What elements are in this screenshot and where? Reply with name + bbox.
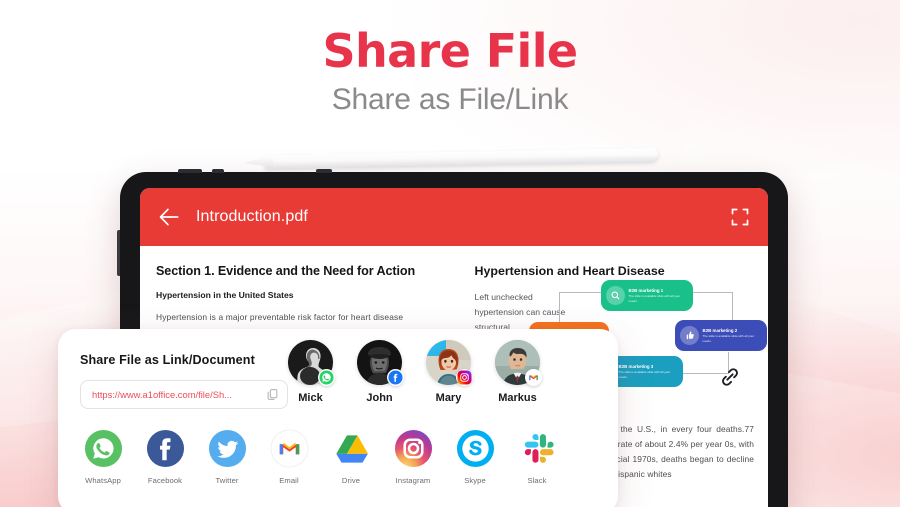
tablet-side-button: [117, 230, 120, 276]
diagram-box: B2B marketing 1 The slide is available s…: [600, 280, 693, 311]
avatar-wrap: [288, 340, 335, 386]
contact-name: Markus: [498, 392, 537, 404]
contact-name: Mick: [298, 392, 323, 404]
fullscreen-icon[interactable]: [730, 207, 750, 227]
contact-markus[interactable]: Markus: [495, 340, 542, 404]
pdf-right-heading: Hypertension and Heart Disease: [474, 264, 665, 278]
pdf-file-name: Introduction.pdf: [196, 208, 308, 225]
share-app-instagram[interactable]: Instagram: [382, 429, 444, 485]
pdf-paragraph: Hypertension is a major preventable risk…: [156, 312, 404, 322]
contact-john[interactable]: John: [357, 340, 404, 404]
contact-name: Mary: [435, 392, 462, 404]
share-app-label: WhatsApp: [85, 476, 121, 485]
tablet-button: [316, 169, 332, 173]
diagram-box-desc: The slide is available slide with all yo…: [618, 370, 671, 379]
avatar-wrap: [495, 340, 542, 386]
share-app-label: Skype: [464, 476, 486, 485]
twitter-icon: [208, 429, 246, 468]
arrow-left-icon[interactable]: [156, 204, 182, 230]
slack-icon: [524, 433, 554, 463]
diagram-box-desc: The slide is available slide with all yo…: [628, 294, 681, 303]
copy-icon[interactable]: [266, 388, 279, 401]
share-link-value: https://www.a1office.com/file/Sh...: [92, 389, 232, 400]
tablet-button: [212, 169, 224, 173]
skype-icon: [456, 429, 494, 468]
page-subtitle: Share as File/Link: [331, 82, 569, 116]
gmail-icon: [269, 429, 309, 468]
share-app-whatsapp[interactable]: WhatsApp: [72, 429, 134, 485]
diagram-box-title: B2B marketing 2: [702, 328, 738, 334]
diagram-box-text: B2B marketing 1 The slide is available s…: [629, 288, 688, 303]
contact-mary[interactable]: Mary: [426, 340, 473, 404]
share-app-email[interactable]: Email: [258, 429, 320, 485]
facebook-icon: [146, 429, 184, 468]
instagram-icon: [394, 429, 432, 468]
diagram-box: B2B marketing 2 The slide is available s…: [674, 320, 767, 351]
diagram-box-desc: The slide is available slide with all yo…: [702, 334, 755, 343]
share-app-label: Twitter: [215, 476, 239, 485]
share-app-drive[interactable]: Drive: [320, 429, 382, 485]
tablet-button: [178, 169, 202, 173]
share-link-field[interactable]: https://www.a1office.com/file/Sh...: [80, 380, 288, 409]
share-contacts-row: Mick John Mary Markus: [288, 340, 542, 404]
diagram-box-title: B2B marketing 1: [628, 288, 664, 294]
diagram-box-text: B2B marketing 2 The slide is available s…: [703, 328, 762, 343]
facebook-icon: [387, 369, 404, 386]
google-drive-icon: [335, 435, 368, 463]
share-app-label: Drive: [341, 476, 361, 485]
whatsapp-icon: [84, 429, 122, 468]
gmail-icon: [525, 369, 542, 386]
share-apps-row: WhatsApp Facebook Twitter Email Drive In…: [72, 429, 568, 485]
avatar-wrap: [357, 340, 404, 386]
share-app-label: Email: [279, 476, 299, 485]
share-app-slack[interactable]: Slack: [506, 429, 568, 485]
diagram-box-title: B2B marketing 3: [618, 364, 654, 370]
contact-name: John: [366, 392, 393, 404]
share-app-skype[interactable]: Skype: [444, 429, 506, 485]
pdf-sub-heading: Hypertension in the United States: [156, 290, 294, 300]
share-app-label: Facebook: [147, 476, 183, 485]
diagram-box-text: B2B marketing 3 The slide is available s…: [619, 364, 678, 379]
thumbs-up-icon: [679, 326, 699, 345]
share-app-twitter[interactable]: Twitter: [196, 429, 258, 485]
stylus-tip: [243, 156, 273, 168]
link-icon: [721, 368, 738, 386]
share-app-label: Instagram: [395, 476, 431, 485]
page-header: Share File Share as File/Link: [0, 26, 900, 117]
instagram-icon: [456, 369, 473, 386]
diagram-connector: [558, 292, 601, 322]
pdf-section-heading: Section 1. Evidence and the Need for Act…: [156, 264, 416, 278]
contact-mick[interactable]: Mick: [288, 340, 335, 404]
whatsapp-icon: [318, 369, 335, 386]
page-title: Share File: [322, 24, 579, 78]
share-app-facebook[interactable]: Facebook: [134, 429, 196, 485]
share-app-label: Slack: [527, 476, 547, 485]
pdf-toolbar: Introduction.pdf: [140, 188, 768, 246]
avatar-wrap: [426, 340, 473, 386]
diagram-connector: [692, 292, 733, 322]
search-icon: [605, 286, 625, 305]
